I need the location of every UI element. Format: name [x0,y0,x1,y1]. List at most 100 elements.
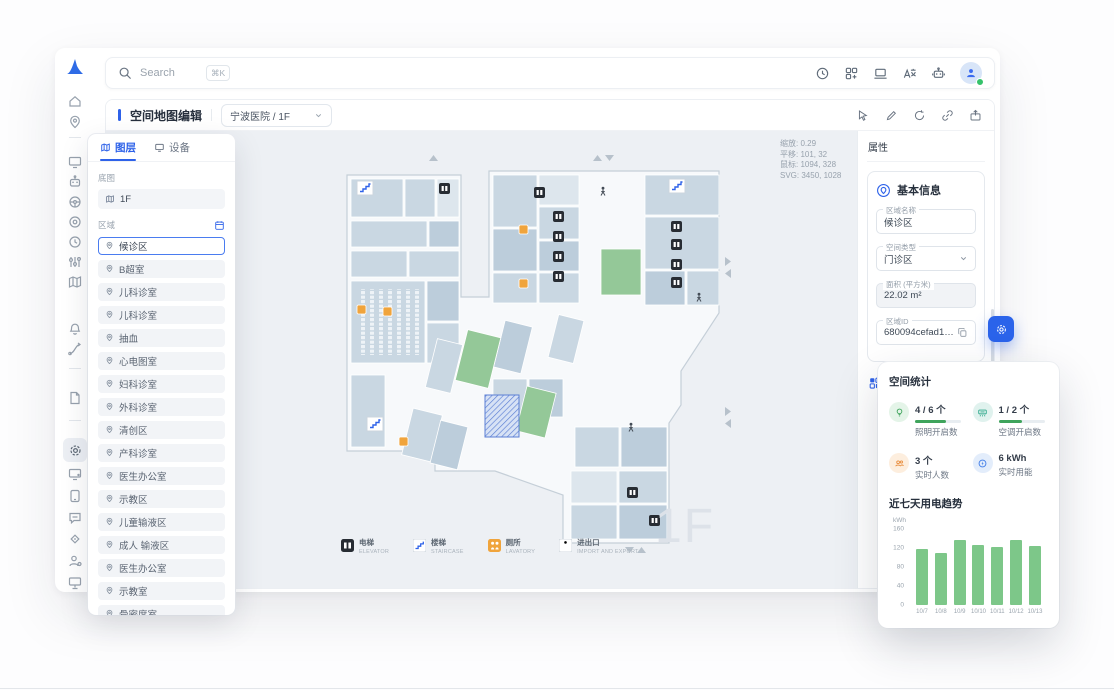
frame-bottom-edge [0,688,1114,689]
clock-icon[interactable] [67,234,83,250]
ac-progress [999,420,1045,423]
page-header: 空间地图编辑 宁波医院 / 1F [106,100,994,131]
bar: 10/10 [972,545,984,605]
tab-devices[interactable]: 设备 [154,134,190,161]
translate-icon[interactable] [902,66,917,81]
area-list-item[interactable]: 成人 输液区 [98,536,225,554]
copy-icon[interactable] [957,327,968,338]
area-list-item[interactable]: 外科诊室 [98,398,225,416]
basemap-item-1f[interactable]: 1F [98,189,225,209]
y-tick-label: 120 [893,545,904,552]
route-icon[interactable] [67,341,83,357]
area-label: 候诊区 [119,239,148,253]
rail-divider [69,420,81,421]
laptop-icon[interactable] [873,66,888,81]
pin-circle-icon [876,183,891,198]
area-list-item[interactable]: 儿童输液区 [98,513,225,531]
top-search-bar: ⌘K [105,57,995,89]
area-list-item[interactable]: 清创区 [98,421,225,439]
nodes-icon[interactable] [67,531,83,547]
record-icon[interactable] [67,214,83,230]
stat-energy: 6 kWh 实时用能 [973,453,1049,481]
layers-panel: 图层 设备 底图 1F 区域 候诊区 B超室 [88,134,235,615]
home-icon[interactable] [67,93,83,109]
area-label: 儿科诊室 [119,308,157,322]
area-name-value: 候诊区 [884,215,913,229]
location-icon[interactable] [67,114,83,130]
area-list-item[interactable]: 骨密度室 [98,605,225,615]
area-list-item[interactable]: 医生办公室 [98,467,225,485]
basic-info-card: 基本信息 区域名称 候诊区 空间类型 门诊区 面积 (平方米) 22.02 m² [867,171,985,362]
floor-plan[interactable] [335,153,741,553]
history-icon[interactable] [815,66,830,81]
selected-area-hatch[interactable] [485,395,519,437]
area-list-item[interactable]: 妇科诊室 [98,375,225,393]
legend-staircase: 楼梯STAIRCASE [413,539,464,555]
tab-layers[interactable]: 图层 [100,134,136,161]
bell-icon[interactable] [67,320,83,336]
bar-chart-plot: 10/710/810/910/1010/1110/1210/13 [911,529,1046,605]
apps-grid-icon[interactable] [844,66,859,81]
area-list-item[interactable]: 产科诊室 [98,444,225,462]
steering-wheel-icon[interactable] [67,194,83,210]
area-list-item[interactable]: 儿科诊室 [98,283,225,301]
space-type-select[interactable]: 空间类型 门诊区 [876,246,976,271]
user-avatar[interactable] [960,62,982,84]
bar-x-label: 10/11 [990,609,1005,615]
area-size-field: 面积 (平方米) 22.02 m² [876,283,976,308]
basemap-map-icon [105,194,115,204]
breadcrumb: 宁波医院 / 1F [230,108,290,123]
area-list-item[interactable]: B超室 [98,260,225,278]
area-name-field[interactable]: 区域名称 候诊区 [876,209,976,234]
area-list-item[interactable]: 示教室 [98,582,225,600]
presentation-icon[interactable] [67,575,83,591]
area-list-item[interactable]: 候诊区 [98,237,225,255]
bar-x-label: 10/7 [916,609,928,615]
area-list-item[interactable]: 医生办公室 [98,559,225,577]
area-label: 妇科诊室 [119,377,157,391]
area-pin-icon [105,448,114,457]
stats-title: 空间统计 [889,374,1048,389]
link-icon[interactable] [941,109,954,122]
monitor-icon[interactable] [67,154,83,170]
legend-label-en: ELEVATOR [359,549,389,555]
lighting-progress [915,420,961,423]
area-pin-icon [105,517,114,526]
sliders-icon[interactable] [67,254,83,270]
area-list-item[interactable]: 心电图室 [98,352,225,370]
document-icon[interactable] [67,390,83,406]
area-list-item[interactable]: 儿科诊室 [98,306,225,324]
app-logo-icon[interactable] [64,56,86,78]
bar: 10/7 [916,549,928,605]
stats-settings-button[interactable] [988,316,1014,342]
area-pin-icon [105,402,114,411]
area-label: 清创区 [119,423,148,437]
search-input[interactable] [140,67,198,79]
edit-pencil-icon[interactable] [885,109,898,122]
display-dot-icon[interactable] [67,466,83,482]
tablet-icon[interactable] [67,488,83,504]
y-tick-label: 160 [893,526,904,533]
robot-icon[interactable] [67,174,83,190]
area-filter-icon[interactable] [214,220,225,231]
settings-gear-icon[interactable] [63,438,87,462]
area-pin-icon [105,494,114,503]
rail-divider [69,368,81,369]
area-pin-icon [105,471,114,480]
area-list-item[interactable]: 抽血 [98,329,225,347]
area-list-item[interactable]: 示教区 [98,490,225,508]
select-tool-icon[interactable] [857,109,870,122]
legend-elevator: 电梯ELEVATOR [341,539,389,555]
area-label: 儿童输液区 [119,515,167,529]
export-icon[interactable] [969,109,982,122]
area-pin-icon [105,264,114,273]
page-title: 空间地图编辑 [130,107,202,124]
hospital-floor-select[interactable]: 宁波医院 / 1F [221,104,332,127]
map-icon[interactable] [67,274,83,290]
refresh-icon[interactable] [913,109,926,122]
chat-icon[interactable] [67,510,83,526]
person-dot-icon[interactable] [67,553,83,569]
panel-tabs: 图层 设备 [88,134,235,162]
area-id-field: 区域ID 680094cefad10b000 [876,320,976,345]
assistant-robot-icon[interactable] [931,66,946,81]
